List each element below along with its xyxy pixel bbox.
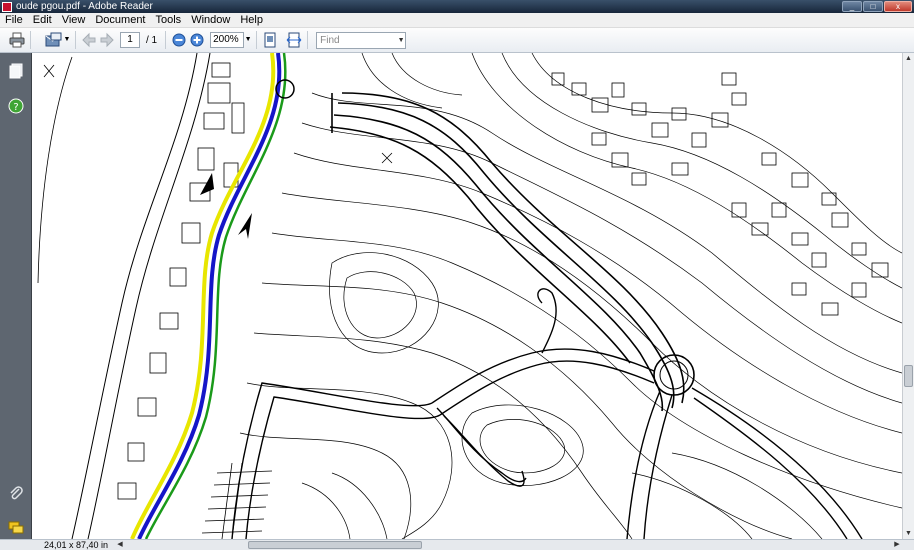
attachment-icon[interactable] [8, 485, 24, 501]
coast-road-edge [87, 53, 211, 539]
scroll-up-arrow[interactable]: ▲ [903, 53, 914, 64]
comments-icon[interactable] [8, 520, 24, 536]
email-dropdown[interactable]: ▼ [63, 32, 71, 48]
minimize-button[interactable]: _ [842, 1, 862, 12]
menu-tools[interactable]: Tools [151, 13, 187, 28]
fit-page-icon[interactable] [261, 31, 279, 49]
maximize-button[interactable]: □ [863, 1, 883, 12]
status-bar: 24,01 x 87,40 in ◀ ▶ [0, 539, 914, 550]
route-blue [137, 53, 282, 539]
north-mark [43, 64, 55, 78]
roundabout-inner [659, 360, 689, 390]
parking-area [201, 462, 273, 539]
map-drawing [37, 53, 902, 539]
zoom-dropdown[interactable]: ▼ [244, 32, 252, 48]
window-title: oude pgou.pdf - Adobe Reader [16, 1, 153, 12]
document-view[interactable] [32, 53, 902, 539]
find-dropdown[interactable]: ▼ [397, 33, 405, 49]
email-icon[interactable] [45, 31, 63, 49]
next-page-icon[interactable] [98, 31, 116, 49]
vertical-scroll-thumb[interactable] [904, 365, 913, 387]
menu-document[interactable]: Document [90, 13, 150, 28]
pages-icon[interactable] [8, 63, 24, 79]
toolbar-separator [75, 31, 76, 49]
page-number-input[interactable]: 1 [120, 32, 140, 48]
menu-file[interactable]: File [0, 13, 28, 28]
zoom-level-input[interactable]: 200% [210, 32, 245, 48]
coastline [37, 56, 73, 284]
secondary-roads [231, 288, 863, 539]
scroll-right-arrow[interactable]: ▶ [892, 540, 902, 550]
buildings-coast [117, 62, 245, 500]
toolbar-separator [256, 31, 258, 49]
scroll-down-arrow[interactable]: ▼ [903, 528, 914, 539]
close-button[interactable]: x [884, 1, 912, 12]
horizontal-scrollbar[interactable]: ◀ ▶ [115, 540, 902, 550]
print-icon[interactable] [8, 31, 26, 49]
direction-arrow [238, 213, 252, 239]
zoom-out-icon[interactable] [170, 31, 188, 49]
menu-view[interactable]: View [57, 13, 91, 28]
title-bar: oude pgou.pdf - Adobe Reader _ □ x [0, 0, 914, 13]
toolbar-separator [165, 31, 167, 49]
svg-text:?: ? [13, 102, 18, 113]
scroll-left-arrow[interactable]: ◀ [115, 540, 125, 550]
contour-lines [239, 53, 902, 539]
menu-help[interactable]: Help [235, 13, 268, 28]
menu-bar: File Edit View Document Tools Window Hel… [0, 13, 914, 28]
route-green [144, 53, 287, 539]
find-placeholder: Find [320, 34, 340, 46]
menu-window[interactable]: Window [186, 13, 235, 28]
fit-width-icon[interactable] [285, 31, 303, 49]
survey-mark [381, 152, 393, 164]
toolbar-separator [307, 31, 309, 49]
buildings-settlement [551, 72, 889, 316]
direction-arrow [200, 173, 214, 195]
zoom-in-icon[interactable] [188, 31, 206, 49]
route-yellow [130, 53, 276, 539]
prev-page-icon[interactable] [80, 31, 98, 49]
page-size-label: 24,01 x 87,40 in [44, 540, 109, 550]
window-controls: _ □ x [842, 1, 912, 12]
vertical-scrollbar[interactable]: ▲ ▼ [902, 53, 914, 539]
toolbar-separator [30, 31, 31, 49]
page-total-label: / 1 [146, 34, 158, 46]
help-icon[interactable]: ? [8, 98, 24, 114]
find-input[interactable]: Find ▼ [316, 31, 407, 49]
horizontal-scroll-thumb[interactable] [248, 541, 422, 549]
menu-edit[interactable]: Edit [28, 13, 57, 28]
pdf-app-icon [2, 1, 12, 12]
toolbar: ▼ 1 / 1 200% ▼ Find ▼ [0, 28, 914, 53]
navigation-panel: ? [0, 53, 32, 539]
main-road [329, 92, 685, 412]
